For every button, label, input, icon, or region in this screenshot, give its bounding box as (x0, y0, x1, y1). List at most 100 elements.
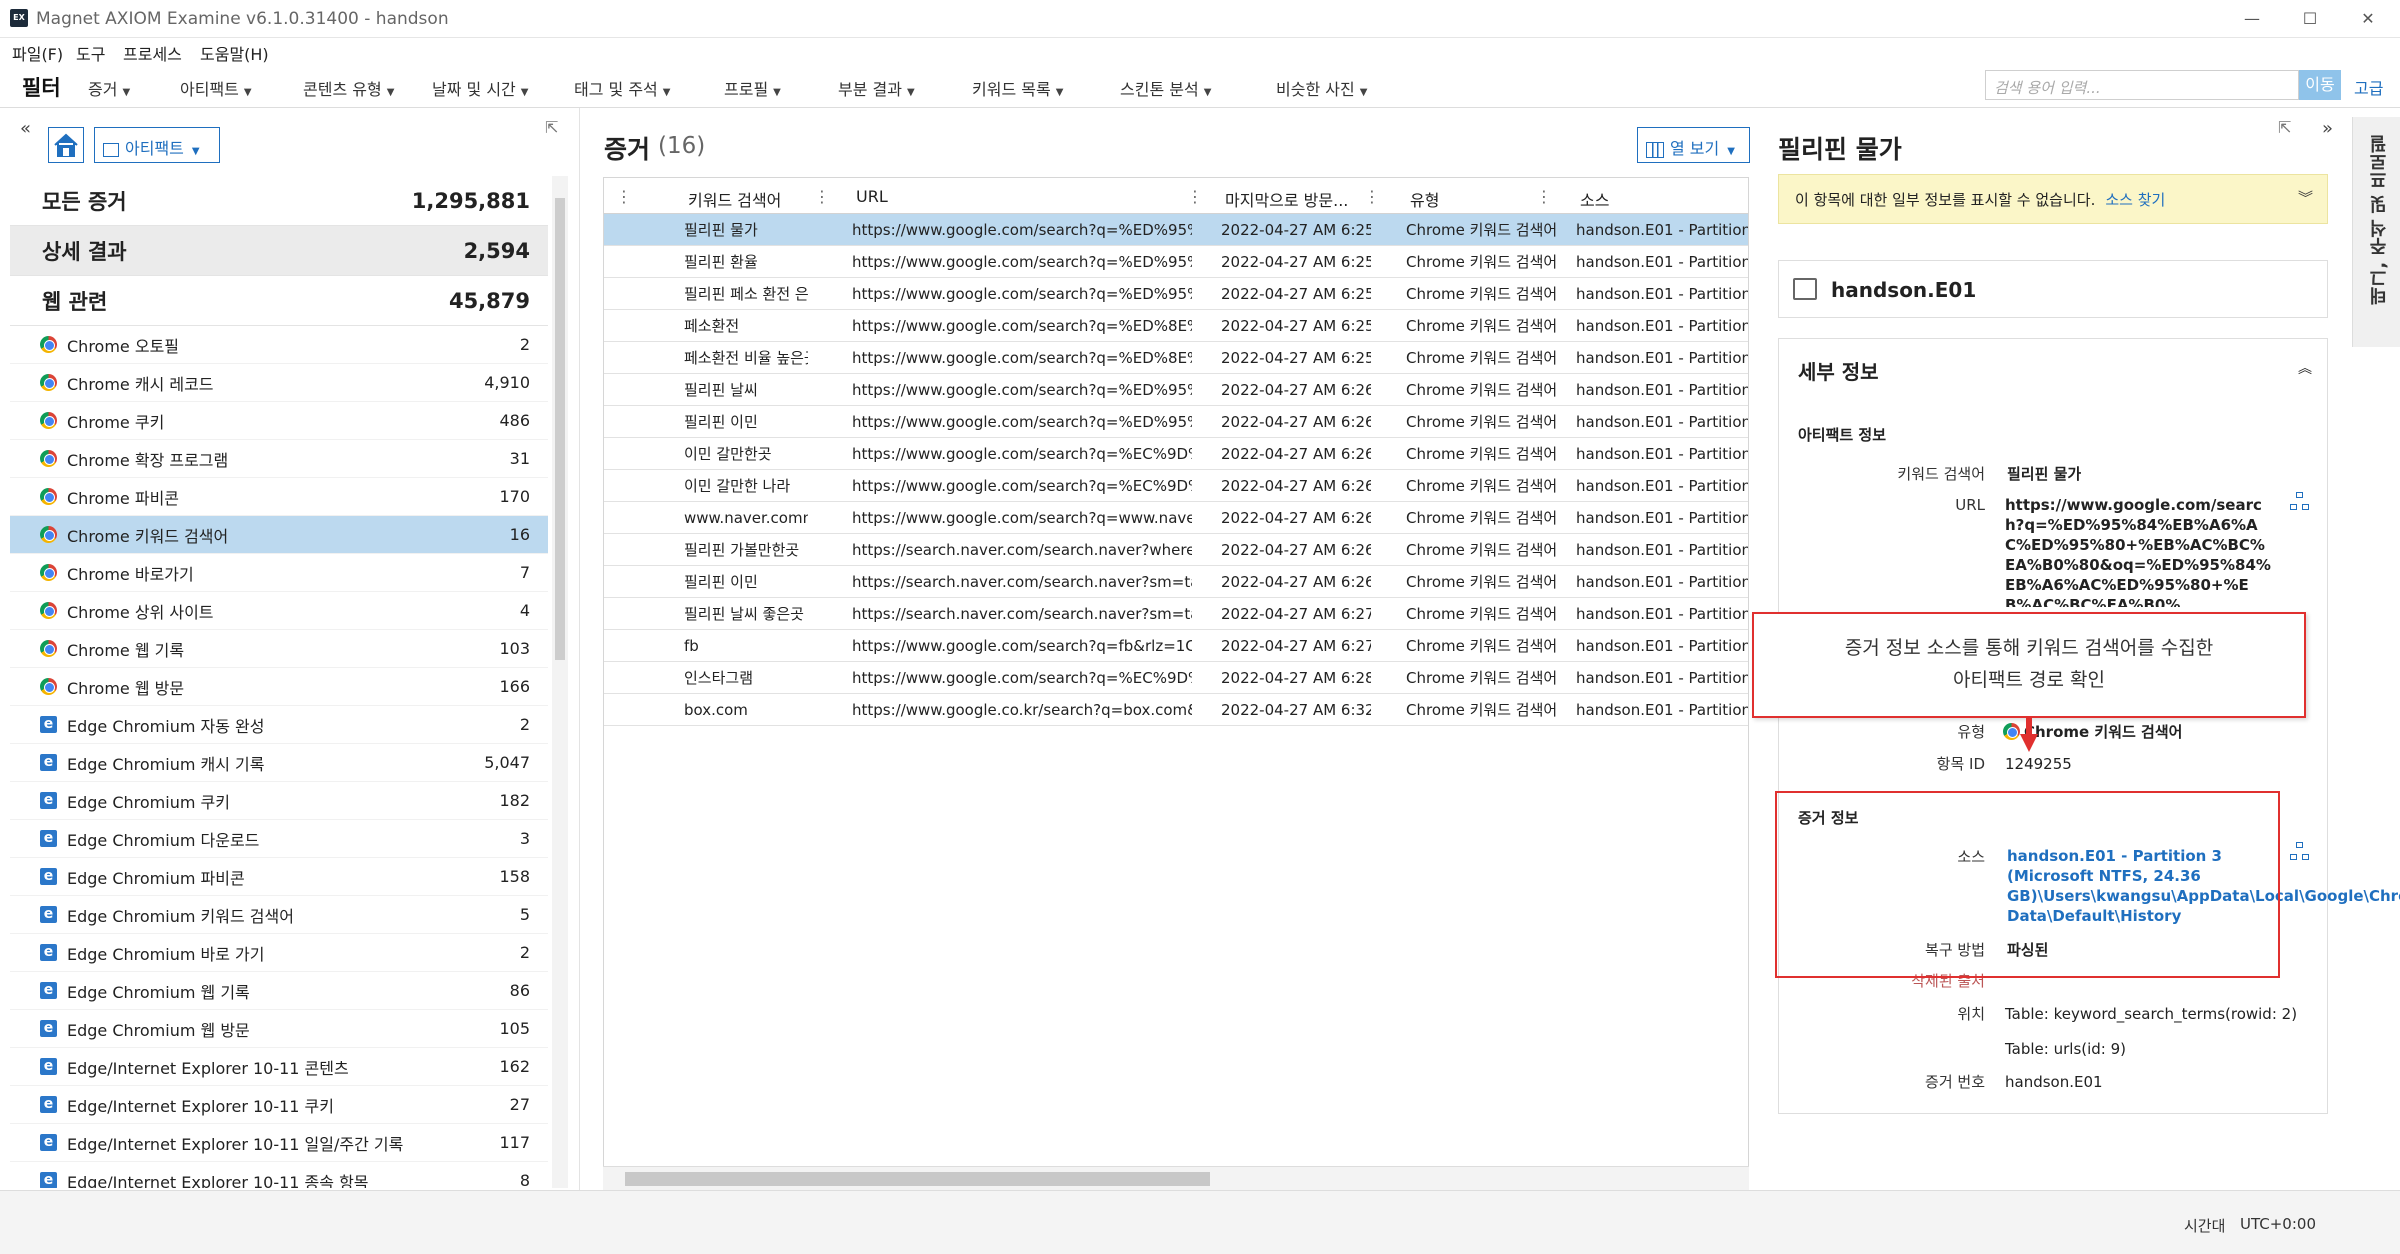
category-item[interactable]: Chrome 확장 프로그램 31 (10, 440, 548, 478)
category-item[interactable]: e Edge Chromium 캐시 기록 5,047 (10, 744, 548, 782)
table-row[interactable]: 필리핀 이민 https://www.google.com/search?q=%E… (604, 406, 1748, 438)
tags-comments-profiles-tab[interactable]: 태그, 주석 및 프로필 (2352, 117, 2400, 347)
col-header-keyword[interactable]: 키워드 검색어 (688, 187, 781, 211)
table-row[interactable]: 필리핀 가볼만한곳 https://search.naver.com/search… (604, 534, 1748, 566)
filter-skin-tone[interactable]: 스킨톤 분석 ▼ (1120, 76, 1211, 100)
category-label: Chrome 웹 기록 (67, 640, 185, 660)
category-item[interactable]: e Edge Chromium 다운로드 3 (10, 820, 548, 858)
table-row[interactable]: 필리핀 날씨 좋은곳 https://search.naver.com/searc… (604, 598, 1748, 630)
table-row[interactable]: www.naver.comm https://www.google.com/sea… (604, 502, 1748, 534)
column-menu-icon[interactable]: ⋮ (1187, 187, 1203, 206)
minimize-button[interactable]: — (2232, 6, 2272, 32)
table-row[interactable]: 페소환전 https://www.google.com/search?q=%ED%… (604, 310, 1748, 342)
chevron-up-icon[interactable]: ︽ (2298, 358, 2312, 378)
cell-source: handson.E01 - Partition 3 (M (1576, 285, 1748, 303)
chevron-down-double-icon[interactable]: ︾ (2298, 187, 2313, 208)
table-row[interactable]: 이민 갈만한곳 https://www.google.com/search?q=%… (604, 438, 1748, 470)
menu-file[interactable]: 파일(F) (12, 41, 63, 65)
close-button[interactable]: ✕ (2348, 6, 2388, 32)
category-item[interactable]: Chrome 파비콘 170 (10, 478, 548, 516)
table-row[interactable]: 필리핀 날씨 https://www.google.com/search?q=%E… (604, 374, 1748, 406)
category-item[interactable]: e Edge Chromium 웹 기록 86 (10, 972, 548, 1010)
table-row[interactable]: box.com https://www.google.co.kr/search?q… (604, 694, 1748, 726)
artifact-view-select[interactable]: 아티팩트 ▼ (94, 127, 220, 163)
maximize-button[interactable]: ☐ (2290, 6, 2330, 32)
collapse-left-icon[interactable]: « (20, 118, 31, 139)
cell-source: handson.E01 - Partition 3 (M (1576, 477, 1748, 495)
grid-horizontal-scrollbar[interactable] (603, 1166, 1749, 1190)
col-header-last-visited[interactable]: 마지막으로 방문... (1225, 187, 1348, 211)
table-row[interactable]: 필리핀 페소 환전 은... https://www.google.com/sea… (604, 278, 1748, 310)
column-menu-icon[interactable]: ⋮ (1364, 187, 1380, 206)
filter-partial-results[interactable]: 부분 결과 ▼ (838, 76, 915, 100)
category-label: Chrome 확장 프로그램 (67, 450, 229, 470)
timezone-value[interactable]: UTC+0:00 (2240, 1215, 2316, 1233)
column-menu-icon[interactable]: ⋮ (1536, 187, 1552, 206)
filter-date-time[interactable]: 날짜 및 시간 ▼ (432, 76, 528, 100)
hierarchy-icon[interactable] (2290, 492, 2310, 512)
category-item[interactable]: Chrome 캐시 레코드 4,910 (10, 364, 548, 402)
filter-content-type[interactable]: 콘텐츠 유형 ▼ (303, 76, 394, 100)
category-item[interactable]: Chrome 쿠키 486 (10, 402, 548, 440)
go-button[interactable]: 이동 (2299, 70, 2341, 100)
filter-artifacts[interactable]: 아티팩트 ▼ (180, 76, 252, 100)
table-row[interactable]: 필리핀 물가 https://www.google.com/search?q=%E… (604, 214, 1748, 246)
menu-tools[interactable]: 도구 (76, 41, 105, 65)
category-item[interactable]: Chrome 키워드 검색어 16 (10, 516, 548, 554)
category-item[interactable]: e Edge/Internet Explorer 10-11 종속 항목 8 (10, 1162, 548, 1188)
hierarchy-icon[interactable] (2290, 842, 2310, 862)
home-button[interactable] (48, 127, 84, 163)
column-menu-icon[interactable]: ⋮ (814, 187, 830, 206)
col-header-url[interactable]: URL (856, 187, 888, 206)
category-item[interactable]: Chrome 웹 방문 166 (10, 668, 548, 706)
category-item[interactable]: e Edge Chromium 자동 완성 2 (10, 706, 548, 744)
category-item[interactable]: e Edge/Internet Explorer 10-11 일일/주간 기록 11… (10, 1124, 548, 1162)
collapse-right-icon[interactable]: » (2322, 118, 2333, 139)
pin-icon[interactable]: ⇱ (2278, 118, 2291, 137)
col-header-source[interactable]: 소스 (1580, 187, 1609, 211)
evidence-number-value: handson.E01 (2005, 1073, 2103, 1091)
category-item[interactable]: e Edge Chromium 키워드 검색어 5 (10, 896, 548, 934)
category-item[interactable]: Chrome 바로가기 7 (10, 554, 548, 592)
category-item[interactable]: Chrome 웹 기록 103 (10, 630, 548, 668)
category-item[interactable]: Chrome 오토필 2 (10, 326, 548, 364)
menu-process[interactable]: 프로세스 (123, 41, 182, 65)
col-header-type[interactable]: 유형 (1410, 187, 1439, 211)
filter-tags-comments[interactable]: 태그 및 주석 ▼ (574, 76, 670, 100)
filter-keyword-lists[interactable]: 키워드 목록 ▼ (972, 76, 1063, 100)
category-item[interactable]: e Edge/Internet Explorer 10-11 콘텐츠 162 (10, 1048, 548, 1086)
cell-last-visited: 2022-04-27 AM 6:25:15 (1221, 253, 1371, 271)
table-row[interactable]: 이민 갈만한 나라 https://www.google.com/search?q… (604, 470, 1748, 502)
scroll-thumb[interactable] (555, 198, 565, 660)
left-scrollbar[interactable] (552, 176, 568, 1188)
category-item[interactable]: e Edge Chromium 파비콘 158 (10, 858, 548, 896)
category-item[interactable]: e Edge Chromium 바로 가기 2 (10, 934, 548, 972)
chrome-icon (40, 374, 57, 391)
category-item[interactable]: e Edge Chromium 웹 방문 105 (10, 1010, 548, 1048)
chevron-down-icon: ▼ (122, 87, 131, 98)
filter-evidence[interactable]: 증거 ▼ (88, 76, 130, 100)
refined-results-row[interactable]: 상세 결과 2,594 (10, 226, 548, 276)
filter-similar-photos[interactable]: 비슷한 사진 ▼ (1276, 76, 1367, 100)
scroll-thumb[interactable] (625, 1172, 1210, 1186)
filter-profiles[interactable]: 프로필 ▼ (724, 76, 781, 100)
table-row[interactable]: 필리핀 이민 https://search.naver.com/search.na… (604, 566, 1748, 598)
all-evidence-row[interactable]: 모든 증거 1,295,881 (10, 176, 548, 226)
table-row[interactable]: 페소환전 비율 높은곳 https://www.google.com/search… (604, 342, 1748, 374)
table-row[interactable]: 인스타그램 https://www.google.com/search?q=%EC… (604, 662, 1748, 694)
table-row[interactable]: 필리핀 환율 https://www.google.com/search?q=%E… (604, 246, 1748, 278)
category-item[interactable]: e Edge/Internet Explorer 10-11 쿠키 27 (10, 1086, 548, 1124)
web-related-row[interactable]: 웹 관련 45,879 (10, 276, 548, 326)
filter-label: 증거 (88, 80, 118, 99)
menu-help[interactable]: 도움말(H) (200, 41, 269, 65)
find-source-link[interactable]: 소스 찾기 (2105, 191, 2165, 209)
table-row[interactable]: fb https://www.google.com/search?q=fb&rlz… (604, 630, 1748, 662)
category-item[interactable]: Chrome 상위 사이트 4 (10, 592, 548, 630)
category-item[interactable]: e Edge Chromium 쿠키 182 (10, 782, 548, 820)
column-view-button[interactable]: 열 보기 ▼ (1637, 127, 1750, 163)
cell-source: handson.E01 - Partition 3 (M (1576, 253, 1748, 271)
advanced-link[interactable]: 고급 (2354, 75, 2383, 99)
search-input[interactable]: 검색 용어 입력... (1985, 70, 2299, 100)
row-options-icon[interactable]: ⋮ (616, 187, 632, 206)
pin-icon[interactable]: ⇱ (545, 118, 558, 137)
